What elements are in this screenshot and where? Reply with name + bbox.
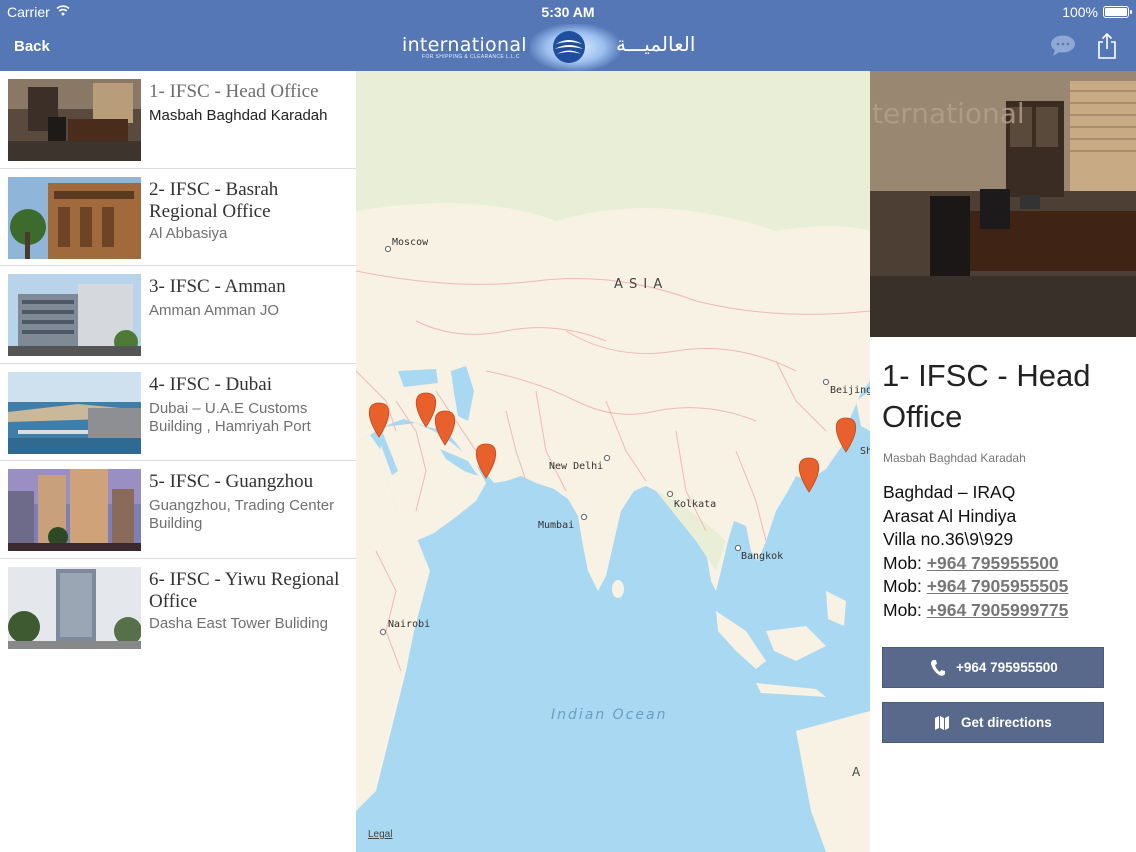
office-thumbnail — [8, 469, 141, 551]
city-label-sh: Sh — [860, 446, 870, 457]
company-logo: international FOR SHIPPING & CLEARANCE L… — [398, 24, 740, 71]
office-subtitle: Masbah Baghdad Karadah — [149, 107, 328, 124]
list-item[interactable]: 5- IFSC - Guangzhou Guangzhou, Trading C… — [0, 461, 356, 559]
city-label-nairobi: Nairobi — [388, 619, 430, 630]
phone-link[interactable]: +964 7905955505 — [927, 576, 1069, 596]
city-label-mumbai: Mumbai — [538, 520, 574, 531]
mob-label: Mob: — [883, 552, 922, 573]
detail-title: 1- IFSC - Head Office — [882, 358, 1091, 434]
list-item[interactable]: 2- IFSC - Basrah Regional Office Al Abba… — [0, 169, 356, 266]
photo-wall-text: ternational — [872, 97, 1025, 130]
list-item[interactable]: 4- IFSC - Dubai Dubai – U.A.E Customs Bu… — [0, 364, 356, 461]
phone-icon — [931, 660, 945, 676]
mob-label: Mob: — [883, 576, 922, 596]
mobile-row: Mob: +964 795955500 — [883, 552, 1068, 576]
battery-icon — [1103, 6, 1132, 18]
share-icon[interactable] — [1096, 32, 1118, 60]
office-title: 2- IFSC - Basrah Regional Office — [149, 178, 279, 222]
logo-text-ar: العالميـــة — [616, 32, 696, 56]
city-label-kolkata: Kolkata — [674, 499, 716, 510]
list-item[interactable]: 3- IFSC - Amman Amman Amman JO — [0, 266, 356, 364]
office-title: 4- IFSC - Dubai — [149, 373, 272, 395]
map-canvas[interactable]: Moscow Beijing Sh New Delhi Kolkata Mumb… — [356, 71, 870, 852]
phone-link[interactable]: +964 7905999775 — [927, 600, 1069, 620]
mobile-row: Mob: +964 7905955505 — [883, 575, 1068, 599]
office-thumbnail — [8, 566, 141, 649]
office-thumbnail — [8, 79, 141, 161]
office-subtitle: Amman Amman JO — [149, 302, 280, 319]
office-subtitle: Dasha East Tower Buliding — [149, 614, 328, 632]
city-label-moscow: Moscow — [392, 237, 429, 248]
office-title: 5- IFSC - Guangzhou — [149, 471, 314, 492]
call-button-label: +964 795955500 — [956, 660, 1058, 675]
phone-link[interactable]: +964 795955500 — [927, 553, 1059, 573]
list-item[interactable]: 6- IFSC - Yiwu Regional Office Dasha Eas… — [0, 559, 356, 657]
office-thumbnail — [8, 371, 141, 454]
detail-villa: Villa no.36\9\929 — [883, 529, 1014, 549]
region-label-a: A — [852, 765, 861, 779]
battery-percent: 100% — [1062, 4, 1098, 20]
nav-bar: Back international FOR SHIPPING & CLEARA… — [0, 24, 1136, 71]
detail-city: Baghdad – IRAQ — [883, 482, 1016, 502]
chat-icon[interactable] — [1049, 34, 1077, 58]
office-subtitle: Guangzhou, Trading Center Building — [149, 497, 335, 532]
detail-contact-block: Baghdad – IRAQ Arasat Al Hindiya Villa n… — [883, 481, 1068, 622]
city-label-beijing: Beijing — [830, 385, 870, 396]
call-button[interactable]: +964 795955500 — [882, 647, 1104, 688]
status-bar: Carrier 5:30 AM 100% — [0, 0, 1136, 24]
detail-street: Arasat Al Hindiya — [883, 505, 1017, 526]
office-title: 1- IFSC - Head Office — [149, 81, 319, 102]
office-title: 6- IFSC - Yiwu Regional Office — [149, 568, 340, 612]
legal-link[interactable]: Legal — [368, 829, 392, 840]
list-item[interactable]: 1- IFSC - Head Office Masbah Baghdad Kar… — [0, 71, 356, 169]
office-photo: ternational — [870, 71, 1136, 337]
directions-button-label: Get directions — [961, 715, 1052, 730]
back-button[interactable]: Back — [14, 38, 50, 55]
globe-logo-icon — [553, 31, 585, 63]
directions-button[interactable]: Get directions — [882, 702, 1104, 743]
ocean-label: Indian Ocean — [551, 707, 667, 723]
office-list: 1- IFSC - Head Office Masbah Baghdad Kar… — [0, 71, 356, 852]
mob-label: Mob: — [883, 599, 922, 620]
office-thumbnail — [8, 176, 141, 259]
region-label-asia: A S I A — [614, 277, 663, 292]
office-subtitle: Al Abbasiya — [149, 224, 228, 242]
city-label-new-delhi: New Delhi — [549, 461, 603, 472]
office-thumbnail — [8, 274, 141, 356]
city-label-bangkok: Bangkok — [741, 551, 783, 562]
logo-text-en: international — [402, 34, 527, 56]
logo-subtext: FOR SHIPPING & CLEARANCE L.L.C — [422, 54, 520, 60]
detail-address: Masbah Baghdad Karadah — [883, 451, 1026, 465]
mobile-row: Mob: +964 7905999775 — [883, 599, 1068, 623]
map-icon — [935, 716, 949, 730]
office-subtitle: Dubai – U.A.E Customs Building , Hamriya… — [149, 399, 311, 435]
detail-panel: ternational 1- IFSC - Head Office Masbah… — [870, 71, 1136, 852]
map-view[interactable]: Moscow Beijing Sh New Delhi Kolkata Mumb… — [356, 71, 870, 852]
clock: 5:30 AM — [541, 4, 595, 20]
office-title: 3- IFSC - Amman — [149, 276, 286, 297]
